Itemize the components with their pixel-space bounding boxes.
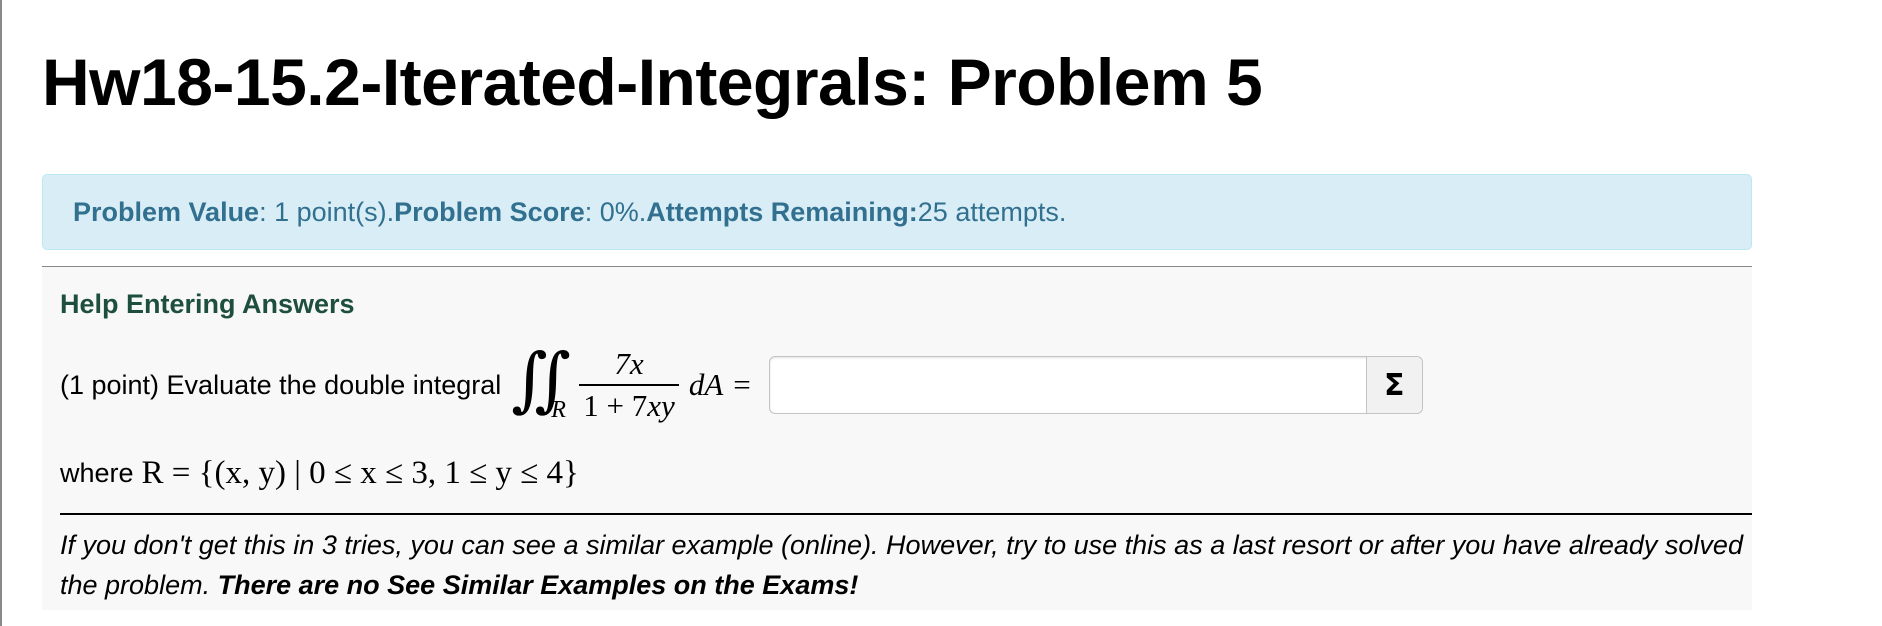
similar-example-note: If you don't get this in 3 tries, you ca…: [60, 525, 1750, 605]
problem-value-label: Problem Value: [73, 196, 260, 227]
window-left-border: [0, 0, 2, 626]
question-prompt: (1 point) Evaluate the double integral: [60, 369, 502, 400]
note-emphasis: There are no See Similar Examples on the…: [217, 570, 859, 600]
problem-body: Help Entering Answers (1 point) Evaluate…: [42, 266, 1752, 610]
denominator-variables: xy: [647, 388, 675, 423]
equals-sign: =: [733, 367, 751, 402]
answer-input[interactable]: [769, 357, 1366, 413]
sigma-icon: Σ: [1383, 367, 1405, 403]
attempts-remaining-label: Attempts Remaining:: [646, 196, 918, 227]
region-definition-row: where R = {(x, y) | 0 ≤ x ≤ 3, 1 ≤ y ≤ 4…: [60, 447, 579, 499]
page-title: Hw18-15.2-Iterated-Integrals: Problem 5: [42, 45, 1263, 119]
help-entering-answers-link[interactable]: Help Entering Answers: [60, 289, 355, 320]
where-label: where: [60, 457, 134, 488]
equation-editor-button[interactable]: Σ: [1365, 357, 1422, 413]
answer-input-group: Σ: [768, 356, 1423, 414]
double-integral: ∬ R: [511, 335, 571, 435]
attempts-remaining: 25 attempts.: [917, 196, 1067, 227]
area-differential: dA: [688, 367, 724, 402]
section-divider: [60, 513, 1752, 515]
integral-region-subscript: R: [551, 397, 566, 423]
question-row: (1 point) Evaluate the double integral ∬…: [60, 335, 1423, 435]
denominator-constant: 1 + 7: [583, 388, 648, 423]
problem-score-label: Problem Score: [394, 196, 585, 227]
problem-value: : 1 point(s).: [259, 196, 395, 227]
integrand-denominator: 1 + 7xy: [579, 384, 679, 424]
problem-score: : 0%.: [584, 196, 647, 227]
double-integral-symbol: ∬: [511, 338, 570, 420]
integrand-numerator: 7x: [614, 346, 644, 381]
region-definition: R = {(x, y) | 0 ≤ x ≤ 3, 1 ≤ y ≤ 4}: [141, 454, 579, 491]
problem-info-banner: Problem Value: 1 point(s). Problem Score…: [42, 174, 1752, 250]
integrand-fraction: 7x 1 + 7xy: [579, 346, 679, 424]
